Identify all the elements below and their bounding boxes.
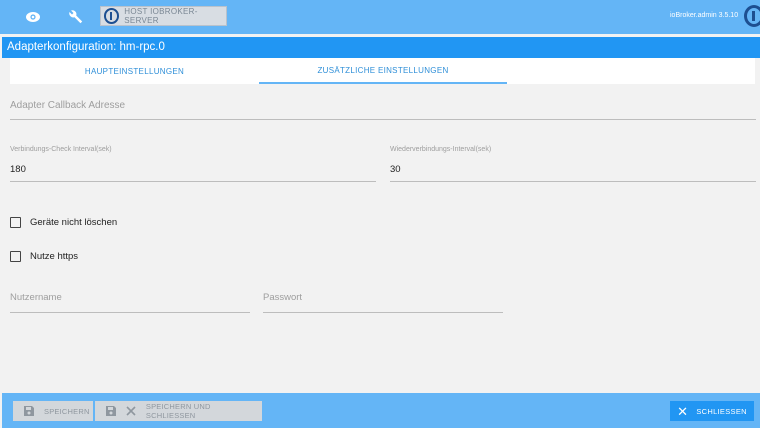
- tab-bar: HAUPTEINSTELLUNGEN ZUSÄTZLICHE EINSTELLU…: [10, 58, 755, 84]
- use-https-row[interactable]: Nutze https: [10, 251, 78, 262]
- close-button[interactable]: ✕ SCHLIESSEN: [670, 401, 754, 421]
- save-and-close-button[interactable]: SPEICHERN UND SCHLIESSEN: [95, 401, 262, 421]
- close-x-icon: [124, 406, 138, 416]
- reconnect-interval-input[interactable]: Wiederverbindungs-Interval(sek) 30: [390, 146, 756, 182]
- wrench-icon[interactable]: [66, 7, 86, 27]
- use-https-checkbox[interactable]: [10, 251, 21, 262]
- close-button-label: SCHLIESSEN: [696, 406, 747, 416]
- tab-additional-settings[interactable]: ZUSÄTZLICHE EINSTELLUNGEN: [259, 58, 507, 84]
- iobroker-brand-logo-icon: [744, 5, 760, 27]
- host-selector-button[interactable]: HOST IOBROKER-SERVER: [100, 6, 227, 26]
- username-placeholder: Nutzername: [10, 292, 62, 303]
- use-https-label: Nutze https: [30, 251, 79, 262]
- save-button[interactable]: SPEICHERN: [13, 401, 93, 421]
- tab-label: ZUSÄTZLICHE EINSTELLUNGEN: [317, 65, 449, 75]
- bottom-action-bar: SPEICHERN SPEICHERN UND SCHLIESSEN ✕ SCH…: [2, 393, 760, 428]
- reconnect-interval-label: Wiederverbindungs-Interval(sek): [390, 146, 492, 153]
- save-and-close-button-label: SPEICHERN UND SCHLIESSEN: [145, 402, 211, 420]
- host-button-label: HOST IOBROKER-SERVER: [124, 7, 198, 25]
- top-toolbar: HOST IOBROKER-SERVER ioBroker.admin 3.5.…: [0, 0, 760, 34]
- close-icon: ✕: [677, 403, 689, 419]
- dont-delete-devices-checkbox[interactable]: [10, 217, 21, 228]
- tab-main-settings[interactable]: HAUPTEINSTELLUNGEN: [10, 58, 259, 84]
- dont-delete-devices-label: Geräte nicht löschen: [30, 217, 118, 228]
- check-interval-value: 180: [10, 164, 26, 175]
- reconnect-interval-value: 30: [390, 164, 401, 175]
- callback-address-input[interactable]: Adapter Callback Adresse: [10, 96, 756, 120]
- username-input[interactable]: Nutzername: [10, 289, 250, 313]
- check-interval-label: Verbindungs-Check Interval(sek): [10, 146, 112, 153]
- callback-address-placeholder: Adapter Callback Adresse: [10, 100, 126, 111]
- dialog-title: Adapterkonfiguration: hm-rpc.0: [2, 37, 760, 58]
- iobroker-logo-icon: [104, 8, 120, 24]
- version-label: ioBroker.admin 3.5.10: [670, 12, 739, 19]
- password-input[interactable]: Passwort: [263, 289, 503, 313]
- tab-label: HAUPTEINSTELLUNGEN: [84, 66, 185, 76]
- floppy-disk-icon: [22, 406, 36, 416]
- floppy-disk-icon: [104, 406, 118, 416]
- save-button-label: SPEICHERN: [44, 406, 90, 416]
- password-placeholder: Passwort: [263, 292, 303, 303]
- check-interval-input[interactable]: Verbindungs-Check Interval(sek) 180: [10, 146, 376, 182]
- dont-delete-devices-row[interactable]: Geräte nicht löschen: [10, 217, 117, 228]
- eye-icon[interactable]: [23, 7, 43, 27]
